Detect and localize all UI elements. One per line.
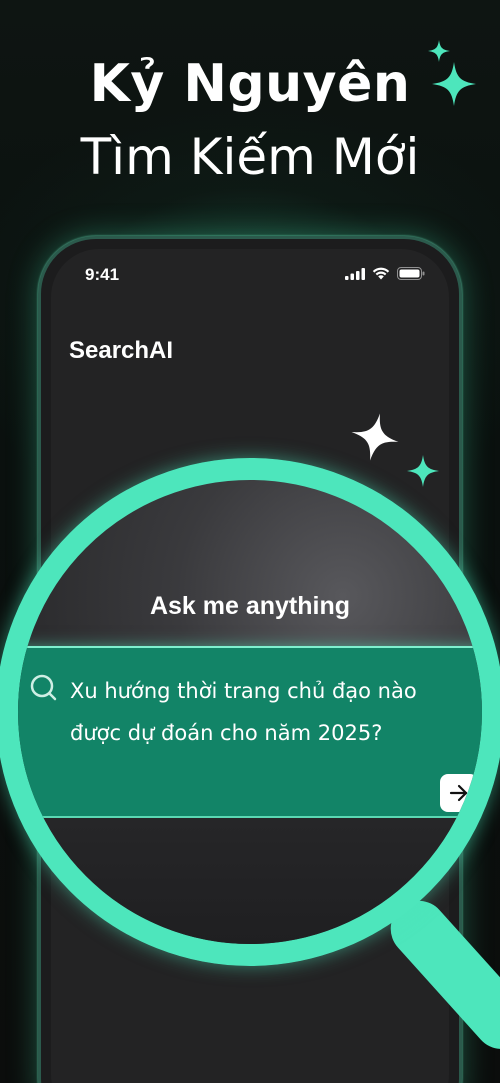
headline-line-2: Tìm Kiếm Mới [80, 128, 420, 186]
battery-icon [397, 267, 425, 280]
search-query-text[interactable]: Xu hướng thời trang chủ đạo nào được dự … [70, 670, 450, 754]
search-icon [30, 674, 57, 701]
headline-line-1: Kỷ Nguyên [89, 54, 411, 114]
headline: Kỷ Nguyên Tìm Kiếm Mới [0, 48, 500, 192]
sparkle-icon [407, 455, 439, 487]
arrow-right-icon [449, 784, 468, 802]
lens-lower-area [18, 818, 482, 944]
ask-title: Ask me anything [149, 592, 351, 620]
signal-icon [345, 267, 365, 280]
magnifier-lens: Ask me anything Xu hướng thời trang chủ … [0, 458, 500, 966]
sparkle-icon [432, 62, 476, 106]
search-query-box[interactable]: Xu hướng thời trang chủ đạo nào được dự … [18, 646, 482, 818]
app-title: SearchAI [69, 337, 174, 364]
sparkle-icon [428, 40, 450, 62]
status-time: 9:41 [85, 265, 120, 284]
sparkle-icon [351, 413, 399, 461]
status-icons [345, 267, 425, 280]
wifi-icon [372, 267, 390, 280]
send-button[interactable] [440, 774, 478, 812]
app-store-screenshot: Kỷ Nguyên Tìm Kiếm Mới 9:41 SearchAI Ask… [0, 0, 500, 1083]
